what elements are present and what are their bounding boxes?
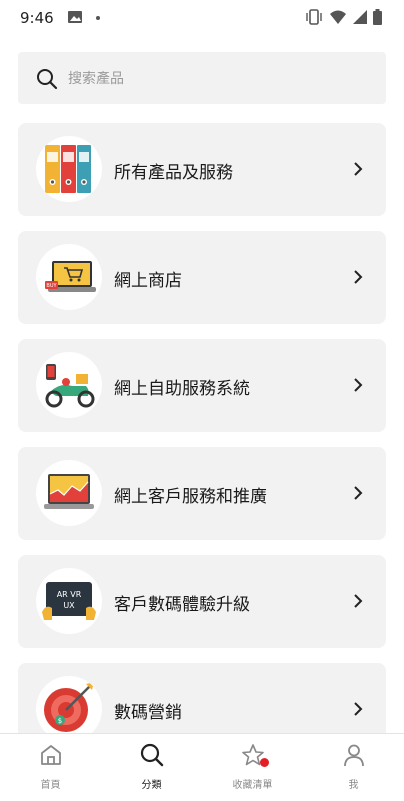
status-icons bbox=[305, 8, 382, 26]
image-notification-icon bbox=[68, 11, 82, 23]
nav-label: 首頁 bbox=[40, 780, 61, 791]
delivery-scooter-icon bbox=[36, 352, 102, 418]
home-icon bbox=[41, 745, 61, 765]
search-icon bbox=[140, 743, 164, 767]
svg-text:$: $ bbox=[58, 717, 62, 725]
person-icon bbox=[344, 744, 364, 767]
nav-label: 收藏清單 bbox=[232, 780, 273, 791]
nav-wishlist[interactable]: 收藏清單 bbox=[202, 734, 303, 801]
wishlist-badge bbox=[260, 758, 269, 767]
nav-home[interactable]: 首頁 bbox=[0, 734, 101, 801]
svg-text:BUY: BUY bbox=[46, 283, 57, 289]
ar-vr-text: AR VR bbox=[57, 590, 82, 599]
search-icon bbox=[37, 69, 58, 90]
notification-dot-icon bbox=[96, 16, 100, 20]
chevron-right-icon bbox=[354, 594, 363, 608]
nav-categories[interactable]: 分類 bbox=[101, 734, 202, 801]
nav-label: 分類 bbox=[141, 780, 162, 791]
binders-icon bbox=[36, 136, 102, 202]
chevron-right-icon bbox=[354, 162, 363, 176]
cell-signal-icon bbox=[353, 10, 367, 24]
nav-profile[interactable]: 我 bbox=[303, 734, 404, 801]
laptop-chart-icon bbox=[36, 460, 102, 526]
laptop-cart-icon: BUY bbox=[36, 244, 102, 310]
category-label: 網上商店 bbox=[114, 271, 182, 291]
category-label: 網上客戶服務和推廣 bbox=[114, 487, 267, 507]
wifi-icon bbox=[330, 10, 346, 24]
bottom-nav: 首頁 分類 收藏清單 我 bbox=[0, 733, 404, 801]
category-label: 所有產品及服務 bbox=[114, 163, 233, 183]
category-label: 網上自助服務系統 bbox=[114, 379, 250, 399]
chevron-right-icon bbox=[354, 378, 363, 392]
ux-text: UX bbox=[63, 601, 75, 610]
category-digital-experience[interactable]: AR VR UX 客戶數碼體驗升級 bbox=[18, 555, 386, 648]
chevron-right-icon bbox=[354, 486, 363, 500]
category-all-products[interactable]: 所有產品及服務 bbox=[18, 123, 386, 216]
chevron-right-icon bbox=[354, 702, 363, 716]
category-online-shop[interactable]: BUY 網上商店 bbox=[18, 231, 386, 324]
category-list: 所有產品及服務 BUY 網上商店 網上自助服務系統 網上客戶服務和推廣 AR V… bbox=[18, 123, 386, 771]
vibrate-icon bbox=[306, 9, 322, 25]
chevron-right-icon bbox=[354, 270, 363, 284]
category-label: 客戶數碼體驗升級 bbox=[114, 595, 250, 615]
battery-icon bbox=[373, 9, 382, 25]
ar-vr-ux-tablet-icon: AR VR UX bbox=[36, 568, 102, 634]
category-customer-service[interactable]: 網上客戶服務和推廣 bbox=[18, 447, 386, 540]
category-self-service[interactable]: 網上自助服務系統 bbox=[18, 339, 386, 432]
search-bar[interactable] bbox=[18, 52, 386, 104]
status-bar: 9:46 bbox=[0, 0, 404, 34]
status-time: 9:46 bbox=[20, 9, 54, 27]
category-label: 數碼營銷 bbox=[114, 703, 182, 723]
nav-label: 我 bbox=[348, 780, 359, 791]
search-input[interactable] bbox=[66, 64, 370, 94]
